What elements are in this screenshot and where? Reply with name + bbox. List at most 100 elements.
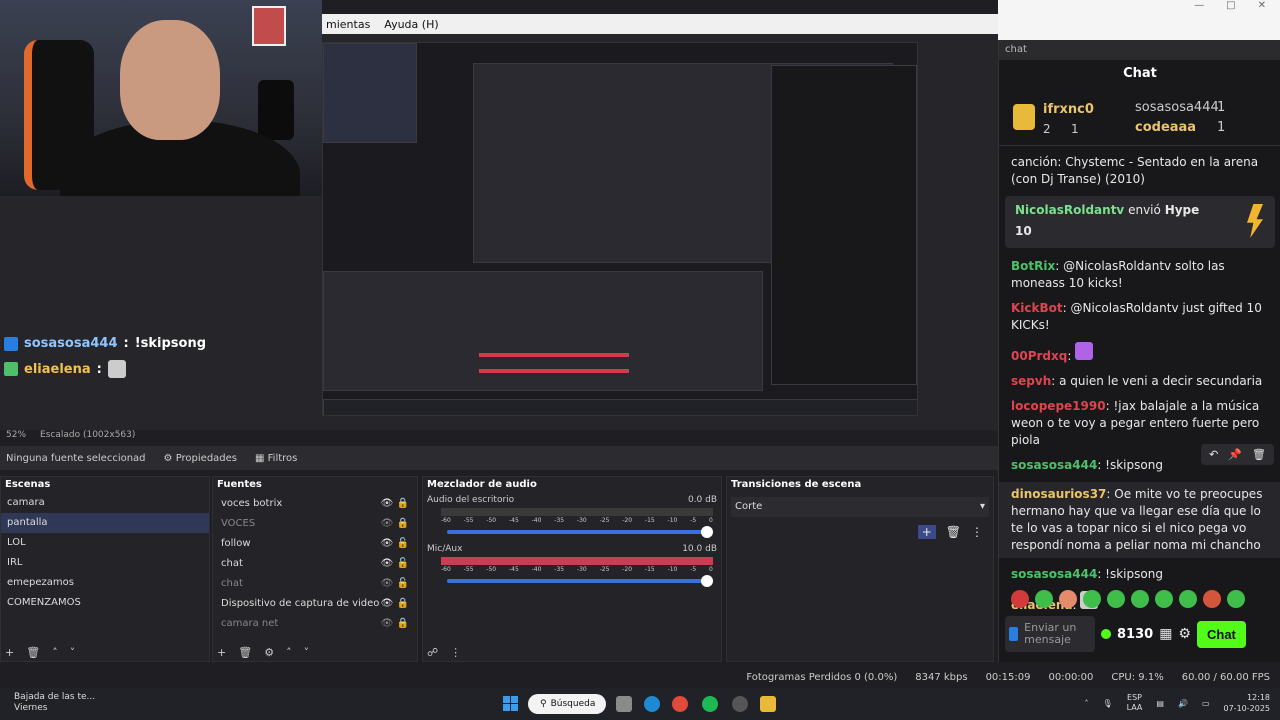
eye-hidden-icon[interactable]: 👁 🔒 xyxy=(381,618,409,629)
reply-icon[interactable]: ↶ xyxy=(1209,448,1218,461)
delete-icon[interactable]: 🗑 xyxy=(26,646,40,659)
lang-secondary: LAA xyxy=(1126,703,1143,712)
source-item[interactable]: chat 👁 🔓 xyxy=(213,573,417,593)
add-icon[interactable]: + xyxy=(917,525,936,539)
add-icon[interactable]: + xyxy=(5,646,14,659)
scene-item[interactable]: COMENZAMOS xyxy=(1,593,209,613)
emote-icon[interactable] xyxy=(1011,590,1029,608)
gear-icon[interactable]: ⚙ xyxy=(264,646,274,659)
pin-icon[interactable]: 📌 xyxy=(1228,448,1242,461)
transitions-title: Transiciones de escena xyxy=(731,479,862,490)
eye-hidden-icon[interactable]: 👁 🔒 xyxy=(381,518,409,529)
emote-icon[interactable] xyxy=(1131,590,1149,608)
source-item[interactable]: voces botrix 👁 🔒 xyxy=(213,493,417,513)
minimize-icon[interactable]: — xyxy=(1194,0,1204,14)
battery-icon[interactable]: ▭ xyxy=(1202,699,1210,708)
more-icon[interactable]: ⋮ xyxy=(450,646,461,659)
chat-username[interactable]: sosasosa444 xyxy=(1011,567,1097,581)
chevron-down-icon[interactable]: ˅ xyxy=(304,646,310,659)
chat-username[interactable]: KickBot xyxy=(1011,301,1063,315)
weather-widget[interactable]: Bajada de las te... Viernes xyxy=(14,692,95,714)
link-icon[interactable]: ☍ xyxy=(427,646,438,659)
delete-icon[interactable]: 🗑 xyxy=(238,646,252,659)
clock[interactable]: 12:18 07-10-2025 xyxy=(1224,692,1271,714)
source-item[interactable]: chat 👁 🔓 xyxy=(213,553,417,573)
chevron-down-icon[interactable]: ˅ xyxy=(70,646,76,659)
scale-label[interactable]: Escalado (1002x563) xyxy=(40,430,135,442)
source-item[interactable]: VOCES 👁 🔒 xyxy=(213,513,417,533)
obs-statusbar: Fotogramas Perdidos 0 (0.0%) 8347 kbps 0… xyxy=(0,666,1280,688)
emote-icon[interactable] xyxy=(1155,590,1173,608)
zoom-level[interactable]: 52% xyxy=(6,430,26,442)
gear-icon[interactable]: ⚙ xyxy=(1178,626,1191,642)
file-explorer-icon[interactable] xyxy=(616,696,632,712)
scene-item[interactable]: IRL xyxy=(1,553,209,573)
source-item[interactable]: camara net 👁 🔒 xyxy=(213,613,417,633)
start-button[interactable] xyxy=(503,696,519,712)
chevron-up-icon[interactable]: ˄ xyxy=(1084,699,1088,708)
delete-icon[interactable]: 🗑 xyxy=(946,525,961,539)
eye-hidden-icon[interactable]: 👁 🔓 xyxy=(381,578,409,589)
emote-icon[interactable] xyxy=(1107,590,1125,608)
source-item[interactable]: follow 👁 🔓 xyxy=(213,533,417,553)
more-icon[interactable]: ⋮ xyxy=(971,525,983,539)
edge-icon[interactable] xyxy=(644,696,660,712)
emote-icon[interactable] xyxy=(1035,590,1053,608)
chat-username[interactable]: sepvh xyxy=(1011,374,1051,388)
volume-icon[interactable]: 🔊 xyxy=(1178,699,1188,708)
properties-button[interactable]: ⚙ Propiedades xyxy=(164,453,237,464)
audio-mixer-dock: Mezclador de audio Audio del escritorio 0… xyxy=(422,476,722,662)
chat-username[interactable]: 00Prdxq xyxy=(1011,349,1067,363)
chevron-up-icon[interactable]: ˄ xyxy=(286,646,292,659)
maximize-icon[interactable]: □ xyxy=(1226,0,1235,14)
menu-ayuda[interactable]: Ayuda (H) xyxy=(384,18,438,31)
volume-slider[interactable] xyxy=(447,575,713,587)
chat-dock-tab[interactable]: chat xyxy=(999,40,1280,60)
slider-knob[interactable] xyxy=(701,575,713,587)
emote-icon[interactable] xyxy=(1059,590,1077,608)
channel-points[interactable]: 8130 xyxy=(1117,627,1153,642)
delete-icon[interactable]: 🗑 xyxy=(1252,448,1266,461)
emote-icon[interactable] xyxy=(1227,590,1245,608)
slider-knob[interactable] xyxy=(701,526,713,538)
spotify-icon[interactable] xyxy=(702,696,718,712)
scene-item[interactable]: camara xyxy=(1,493,209,513)
language-indicator[interactable]: ESP LAA xyxy=(1127,693,1143,713)
chat-username[interactable]: BotRix xyxy=(1011,259,1055,273)
source-item[interactable]: Dispositivo de captura de video 👁 🔒 xyxy=(213,593,417,613)
chat-username[interactable]: dinosaurios37 xyxy=(1011,487,1106,501)
scene-item[interactable]: emepezamos xyxy=(1,573,209,593)
scene-item[interactable]: LOL xyxy=(1,533,209,553)
chat-username[interactable]: locopepe1990 xyxy=(1011,399,1106,413)
eye-icon[interactable]: 👁 🔓 xyxy=(381,538,409,549)
chrome-icon[interactable] xyxy=(672,696,688,712)
search-bar[interactable]: ⚲ Búsqueda xyxy=(528,694,606,714)
scene-item[interactable]: pantalla xyxy=(1,513,209,533)
transition-select[interactable]: Corte ▾ xyxy=(731,497,989,517)
eye-icon[interactable]: 👁 🔒 xyxy=(381,598,409,609)
shop-icon[interactable]: ▦ xyxy=(1159,626,1172,642)
obs-icon[interactable] xyxy=(732,696,748,712)
app-icon[interactable] xyxy=(760,696,776,712)
meter-tick-label: -10 xyxy=(667,517,678,524)
microphone-icon[interactable]: 🎙 xyxy=(1102,699,1112,708)
chat-username[interactable]: sosasosa444 xyxy=(1011,458,1097,472)
send-chat-button[interactable]: Chat xyxy=(1196,620,1246,648)
emote-icon xyxy=(107,360,126,378)
emote-icon[interactable] xyxy=(1083,590,1101,608)
filters-button[interactable]: ▦ Filtros xyxy=(255,453,297,464)
eye-icon[interactable]: 👁 🔒 xyxy=(381,498,409,509)
close-icon[interactable]: ✕ xyxy=(1258,0,1266,14)
eye-icon[interactable]: 👁 🔓 xyxy=(381,558,409,569)
add-icon[interactable]: + xyxy=(217,646,226,659)
meter-tick-label: -55 xyxy=(463,566,474,573)
menu-herramientas[interactable]: mientas xyxy=(326,18,370,31)
screen-capture-preview xyxy=(322,42,918,416)
chevron-up-icon[interactable]: ˄ xyxy=(52,646,58,659)
emote-icon[interactable] xyxy=(1179,590,1197,608)
network-icon[interactable]: ▤ xyxy=(1156,699,1164,708)
chat-input[interactable]: Enviar un mensaje xyxy=(1005,616,1095,652)
volume-slider[interactable] xyxy=(447,526,713,538)
meter-tick-label: -5 xyxy=(690,517,697,524)
emote-icon[interactable] xyxy=(1203,590,1221,608)
